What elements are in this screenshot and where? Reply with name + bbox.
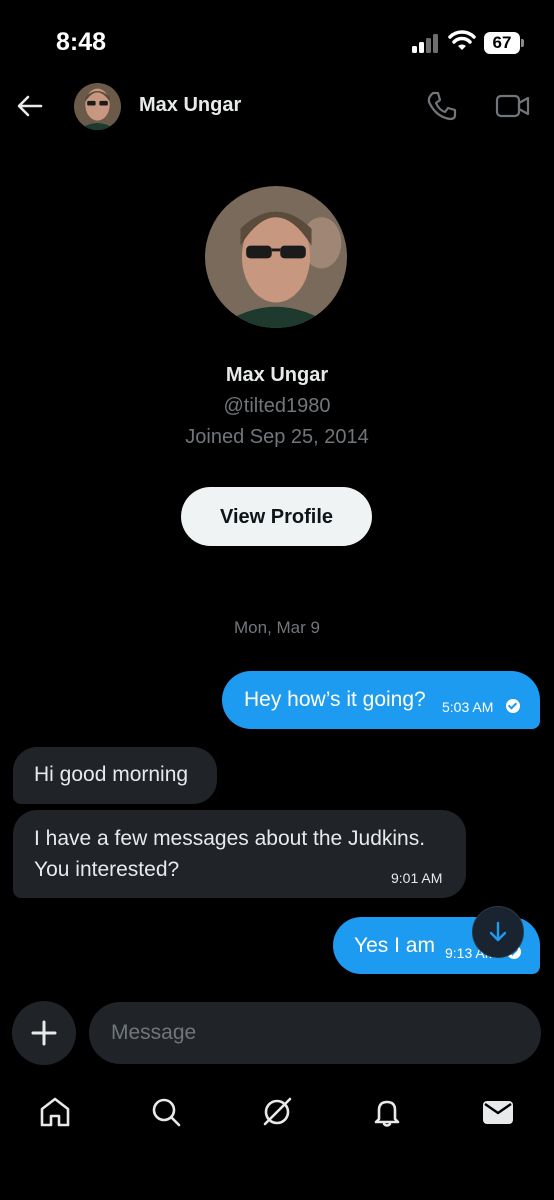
message-text: Yes I am — [354, 934, 435, 957]
video-camera-icon[interactable] — [494, 89, 532, 123]
message-timestamp: 9:01 AM — [391, 870, 443, 886]
view-profile-button[interactable]: View Profile — [181, 487, 372, 546]
phone-icon[interactable] — [424, 89, 458, 123]
home-icon[interactable] — [35, 1092, 75, 1132]
plus-icon — [31, 1020, 57, 1046]
cellular-signal-icon — [412, 33, 442, 53]
grok-icon[interactable] — [257, 1092, 297, 1132]
bell-icon[interactable] — [367, 1092, 407, 1132]
message-input[interactable] — [89, 1002, 541, 1064]
battery-icon: 67 — [484, 32, 520, 54]
search-icon[interactable] — [146, 1092, 186, 1132]
header-contact-name[interactable]: Max Ungar — [139, 94, 241, 117]
arrow-down-icon — [489, 921, 507, 942]
profile-name: Max Ungar — [225, 364, 329, 386]
header-avatar[interactable] — [74, 83, 121, 130]
message-text-line: I have a few messages about the Judkins. — [34, 827, 426, 850]
add-attachment-button[interactable] — [12, 1001, 76, 1065]
read-receipt-icon — [506, 699, 520, 713]
mail-icon[interactable] — [478, 1092, 518, 1132]
battery-tip — [521, 39, 524, 47]
message-bubble-incoming[interactable]: Hi good morning — [13, 747, 217, 804]
message-text: Hey how’s it going? — [244, 688, 426, 711]
message-text: Hi good morning — [34, 763, 189, 786]
message-bubble-outgoing[interactable]: Hey how’s it going? 5:03 AM — [222, 671, 540, 729]
wifi-icon — [448, 30, 476, 50]
back-arrow-icon[interactable] — [14, 90, 46, 122]
status-time: 8:48 — [56, 28, 107, 56]
profile-handle: @tilted1980 — [223, 395, 331, 417]
profile-joined-date: Joined Sep 25, 2014 — [185, 426, 369, 448]
scroll-to-bottom-button[interactable] — [472, 906, 524, 958]
date-separator: Mon, Mar 9 — [234, 618, 320, 637]
profile-avatar[interactable] — [205, 186, 347, 328]
message-timestamp: 5:03 AM — [442, 699, 494, 715]
message-bubble-incoming[interactable]: I have a few messages about the Judkins.… — [13, 810, 466, 898]
